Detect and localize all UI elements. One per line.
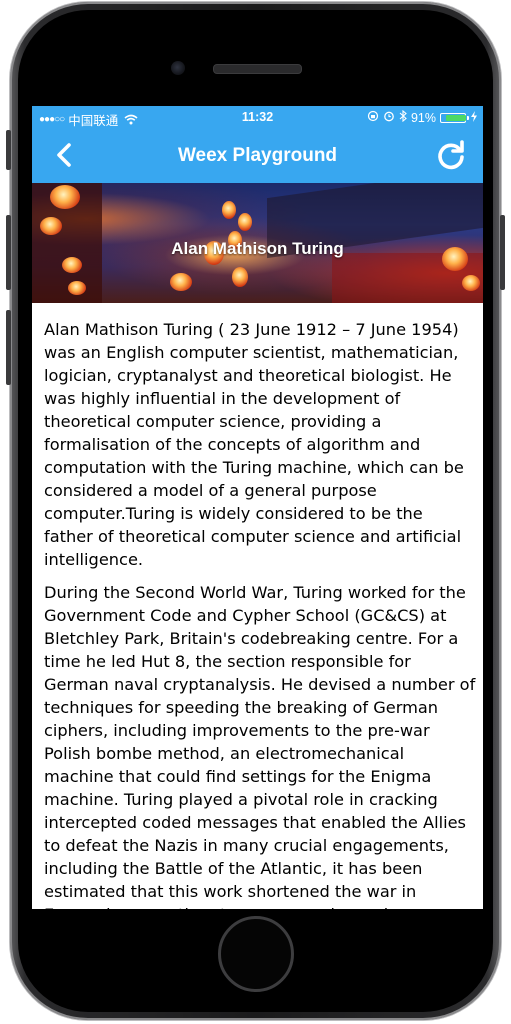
alarm-icon: [383, 110, 395, 125]
status-bar: ●●●○○ 中国联通 11:32 91%: [32, 106, 483, 128]
lantern: [238, 213, 252, 231]
article-paragraph: Alan Mathison Turing ( 23 June 1912 – 7 …: [44, 320, 464, 569]
mute-switch: [6, 130, 11, 170]
lantern: [462, 275, 480, 291]
lantern: [222, 201, 236, 219]
battery-level-fill: [446, 114, 467, 121]
battery-percent: 91%: [410, 110, 436, 125]
lantern: [50, 185, 80, 209]
banner-image: Alan Mathison Turing: [32, 183, 483, 303]
volume-up-button: [6, 215, 11, 290]
page: ●●●○○ 中国联通 11:32 91% Weex Playground Ala…: [0, 0, 511, 1024]
lantern: [170, 273, 192, 291]
status-right: 91%: [363, 109, 477, 125]
nav-title: Weex Playground: [177, 145, 338, 166]
orientation-lock-icon: [367, 110, 379, 125]
lantern: [62, 257, 82, 273]
home-button[interactable]: [218, 916, 294, 992]
battery-tip: [467, 115, 469, 120]
front-camera: [171, 61, 185, 75]
lantern: [232, 267, 248, 287]
refresh-icon: [438, 140, 464, 170]
app-screen: ●●●○○ 中国联通 11:32 91% Weex Playground Ala…: [32, 106, 483, 909]
lantern: [68, 281, 86, 295]
charging-icon: [471, 110, 477, 125]
article-paragraph: During the Second World War, Turing work…: [44, 583, 476, 909]
earpiece-speaker: [213, 64, 302, 74]
banner-title: Alan Mathison Turing: [171, 239, 344, 258]
power-button: [500, 215, 505, 290]
volume-down-button: [6, 310, 11, 385]
refresh-button[interactable]: [435, 139, 467, 171]
bluetooth-icon: [399, 109, 407, 125]
article-body: Alan Mathison Turing ( 23 June 1912 – 7 …: [44, 318, 476, 909]
battery-icon: [440, 112, 469, 123]
navigation-bar: Weex Playground: [32, 128, 483, 183]
lantern: [40, 217, 62, 235]
